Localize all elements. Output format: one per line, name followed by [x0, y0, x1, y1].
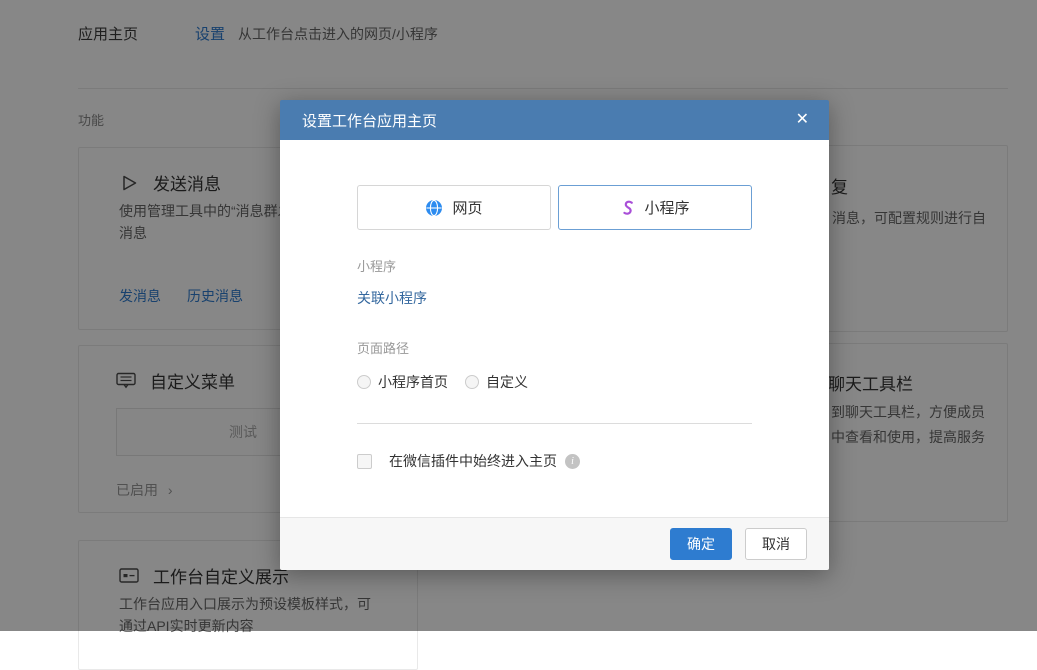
tab-miniprogram[interactable]: 小程序 [558, 185, 752, 230]
radio-circle-home[interactable] [357, 375, 371, 389]
page-path-options: 小程序首页 自定义 [357, 372, 752, 392]
checkbox-label: 在微信插件中始终进入主页 [389, 451, 557, 471]
tab-webpage-label: 网页 [452, 197, 482, 218]
radio-circle-custom[interactable] [465, 375, 479, 389]
cancel-button[interactable]: 取消 [745, 528, 807, 560]
always-enter-homepage-row: 在微信插件中始终进入主页 i [357, 451, 752, 471]
globe-icon [425, 199, 443, 217]
set-homepage-dialog: 设置工作台应用主页 ✕ 网页 小程序 小程序 关联小程序 页面路径 [280, 100, 829, 570]
dialog-title: 设置工作台应用主页 [302, 110, 437, 131]
homepage-type-tabs: 网页 小程序 [357, 185, 752, 230]
radio-custom-path[interactable]: 自定义 [465, 372, 528, 392]
close-icon[interactable]: ✕ [796, 112, 809, 128]
dialog-body: 网页 小程序 小程序 关联小程序 页面路径 小程序首页 自定义 [280, 140, 829, 517]
radio-home-label: 小程序首页 [378, 372, 448, 392]
tab-miniprogram-label: 小程序 [644, 197, 689, 218]
miniprogram-field-label: 小程序 [357, 256, 752, 275]
associate-miniprogram-link[interactable]: 关联小程序 [357, 288, 427, 308]
confirm-button[interactable]: 确定 [670, 528, 732, 560]
tab-webpage[interactable]: 网页 [357, 185, 551, 230]
page-path-label: 页面路径 [357, 338, 752, 357]
info-icon[interactable]: i [565, 454, 580, 469]
dialog-header: 设置工作台应用主页 ✕ [280, 100, 829, 140]
radio-custom-label: 自定义 [486, 372, 528, 392]
always-enter-homepage-checkbox[interactable] [357, 454, 372, 469]
body-divider [357, 423, 752, 424]
miniprogram-icon [620, 199, 635, 217]
dialog-footer: 确定 取消 [280, 517, 829, 570]
radio-miniprogram-home[interactable]: 小程序首页 [357, 372, 448, 392]
